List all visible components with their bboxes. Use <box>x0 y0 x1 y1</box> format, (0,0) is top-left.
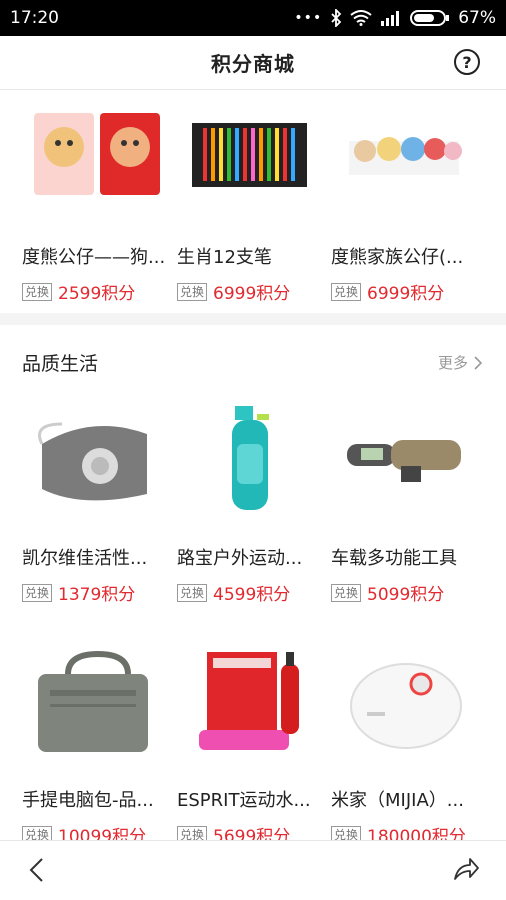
product-price: 6999积分 <box>213 284 291 304</box>
price-line: 兑换 4599积分 <box>177 580 290 605</box>
section-divider <box>0 313 506 325</box>
price-line: 兑换 6999积分 <box>331 279 444 304</box>
help-icon: ? <box>462 52 472 72</box>
price-line: 兑换 6999积分 <box>177 279 290 304</box>
product-card[interactable]: ESPRIT运动水... 兑换 5699积分 <box>177 646 327 840</box>
product-row-top: 度熊公仔——狗... 兑换 2599积分 生肖12支笔 兑换 6999积分 度熊… <box>0 91 506 321</box>
product-name: 手提电脑包-品... <box>22 790 154 811</box>
product-price: 5099积分 <box>367 585 445 605</box>
share-icon[interactable] <box>452 855 480 883</box>
product-card[interactable]: 凯尔维佳活性... 兑换 1379积分 <box>22 404 172 624</box>
redeem-badge: 兑换 <box>22 825 53 840</box>
product-row: 凯尔维佳活性... 兑换 1379积分 路宝户外运动... 兑换 4599积分 <box>0 394 506 624</box>
price-line: 兑换 2599积分 <box>22 279 135 304</box>
plush-family-icon <box>331 103 481 213</box>
laptop-bag-icon <box>22 646 172 756</box>
price-line: 兑换 1379积分 <box>22 580 135 605</box>
sport-kit-icon <box>177 646 327 756</box>
price-line: 兑换 5699积分 <box>177 822 290 840</box>
product-price: 2599积分 <box>58 284 136 304</box>
product-name: 度熊家族公仔(... <box>331 247 464 268</box>
redeem-badge: 兑换 <box>331 282 362 301</box>
chevron-right-icon <box>474 355 482 370</box>
signal-icon <box>381 11 400 26</box>
section-header: 品质生活 更多 <box>0 325 506 385</box>
battery-icon <box>410 10 450 26</box>
redeem-badge: 兑换 <box>331 825 362 840</box>
help-button[interactable]: ? <box>454 49 480 75</box>
product-name: 车载多功能工具 <box>331 548 457 569</box>
product-card[interactable]: 生肖12支笔 兑换 6999积分 <box>177 103 327 323</box>
product-name: 路宝户外运动... <box>177 548 303 569</box>
product-card[interactable]: 米家（MIJIA）... 兑换 180000积分 <box>331 646 481 840</box>
status-time: 17:20 <box>10 8 59 28</box>
bear-doll-bags-icon <box>22 103 172 213</box>
product-card[interactable]: 车载多功能工具 兑换 5099积分 <box>331 404 481 624</box>
product-name: ESPRIT运动水... <box>177 790 311 811</box>
product-name: 米家（MIJIA）... <box>331 790 464 811</box>
status-icons: ••• 67% <box>294 8 496 28</box>
product-card[interactable]: 度熊公仔——狗... 兑换 2599积分 <box>22 103 172 323</box>
product-name: 度熊公仔——狗... <box>22 247 166 268</box>
product-price: 4599积分 <box>213 585 291 605</box>
product-card[interactable]: 度熊家族公仔(... 兑换 6999积分 <box>331 103 481 323</box>
redeem-badge: 兑换 <box>331 583 362 602</box>
wifi-icon <box>350 10 372 26</box>
status-bar: 17:20 ••• 67% <box>0 0 506 36</box>
product-row: 手提电脑包-品... 兑换 10099积分 ESPRIT运动水... 兑换 56… <box>0 636 506 840</box>
redeem-badge: 兑换 <box>22 282 53 301</box>
price-line: 兑换 10099积分 <box>22 822 146 840</box>
page-header: 积分商城 ? <box>0 36 506 90</box>
product-name: 凯尔维佳活性... <box>22 548 148 569</box>
robot-vacuum-icon <box>331 646 481 756</box>
pen-set-icon <box>177 103 327 213</box>
back-arrow-icon[interactable] <box>24 857 50 883</box>
more-link[interactable]: 更多 <box>438 352 482 373</box>
product-price: 1379积分 <box>58 585 136 605</box>
page-title: 积分商城 <box>211 52 295 76</box>
section-title: 品质生活 <box>22 353 99 375</box>
battery-percent: 67% <box>458 8 496 28</box>
redeem-badge: 兑换 <box>177 282 208 301</box>
product-card[interactable]: 路宝户外运动... 兑换 4599积分 <box>177 404 327 624</box>
redeem-badge: 兑换 <box>22 583 53 602</box>
product-price: 6999积分 <box>367 284 445 304</box>
product-name: 生肖12支笔 <box>177 247 272 268</box>
bottom-nav-bar <box>0 840 506 900</box>
tire-gauge-icon <box>331 404 481 514</box>
product-price: 5699积分 <box>213 827 291 840</box>
water-bottle-icon <box>177 404 327 514</box>
more-label: 更多 <box>437 354 468 372</box>
bluetooth-icon <box>331 9 342 27</box>
face-mask-icon <box>22 404 172 514</box>
product-list[interactable]: 度熊公仔——狗... 兑换 2599积分 生肖12支笔 兑换 6999积分 度熊… <box>0 91 506 840</box>
price-line: 兑换 5099积分 <box>331 580 444 605</box>
dots-icon: ••• <box>294 10 323 26</box>
product-card[interactable]: 手提电脑包-品... 兑换 10099积分 <box>22 646 172 840</box>
product-price: 180000积分 <box>367 827 466 840</box>
product-price: 10099积分 <box>58 827 147 840</box>
redeem-badge: 兑换 <box>177 825 208 840</box>
redeem-badge: 兑换 <box>177 583 208 602</box>
price-line: 兑换 180000积分 <box>331 822 466 840</box>
